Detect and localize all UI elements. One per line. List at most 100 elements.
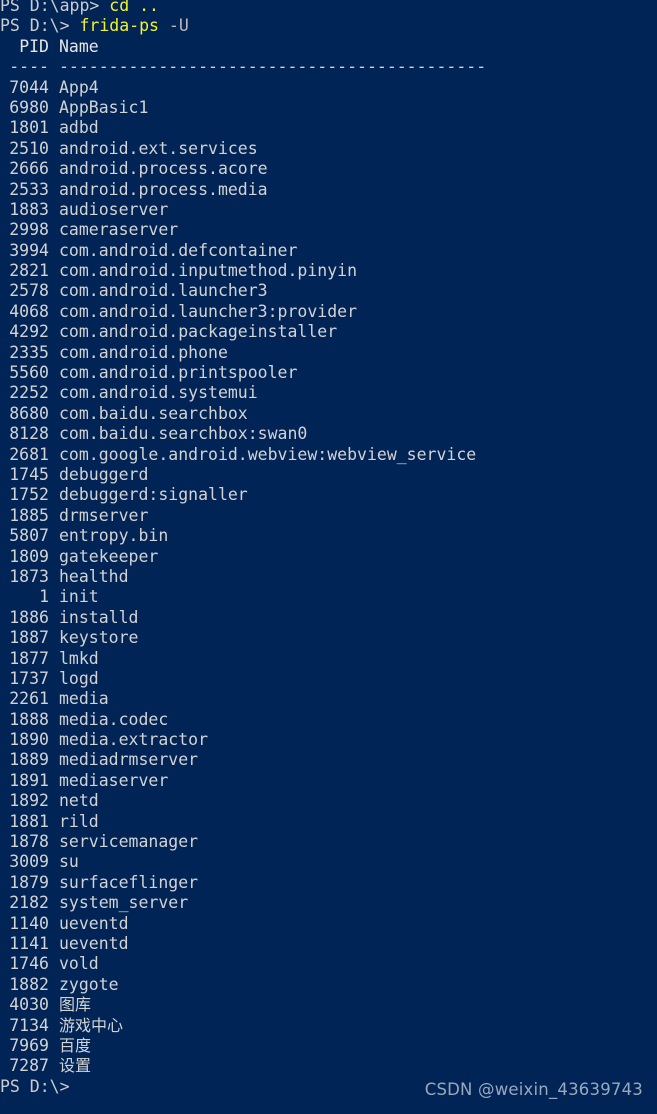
column-header-pid: PID: [19, 36, 49, 56]
table-row: 5560 com.android.printspooler: [0, 363, 657, 383]
process-pid: 6980: [9, 97, 49, 117]
command-line-2: PS D:\> frida-ps -U: [0, 16, 657, 36]
table-row: 1883 audioserver: [0, 200, 657, 220]
process-name: mediadrmserver: [59, 750, 199, 770]
process-pid: 1889: [9, 750, 49, 770]
table-row: 7287 设置: [0, 1056, 657, 1076]
prompt-1: PS D:\app>: [0, 0, 110, 15]
process-pid: 1883: [9, 199, 49, 219]
table-row: 4068 com.android.launcher3:provider: [0, 302, 657, 322]
table-row: 7969 百度: [0, 1036, 657, 1056]
table-row: 3009 su: [0, 852, 657, 872]
process-name: android.process.media: [59, 179, 268, 199]
table-row: 2335 com.android.phone: [0, 343, 657, 363]
process-pid: 8680: [9, 403, 49, 423]
process-name: media.codec: [59, 709, 169, 729]
process-name: surfaceflinger: [59, 872, 199, 892]
process-name: entropy.bin: [59, 526, 169, 546]
table-row: 8128 com.baidu.searchbox:swan0: [0, 424, 657, 444]
table-row: 1892 netd: [0, 791, 657, 811]
table-row: 1141 ueventd: [0, 934, 657, 954]
process-pid: 3994: [9, 240, 49, 260]
process-name: com.android.printspooler: [59, 363, 298, 383]
prompt-2: PS D:\>: [0, 16, 80, 36]
powershell-terminal-window[interactable]: PS D:\app> cd .. PS D:\> frida-ps -U PID…: [0, 0, 657, 1114]
table-row: 2510 android.ext.services: [0, 139, 657, 159]
process-pid: 2666: [9, 159, 49, 179]
process-name: rild: [59, 811, 99, 831]
process-name: android.ext.services: [59, 138, 258, 158]
table-row: 1886 installd: [0, 608, 657, 628]
process-pid: 1140: [9, 913, 49, 933]
table-row: 1890 media.extractor: [0, 730, 657, 750]
table-row: 1882 zygote: [0, 975, 657, 995]
process-name: drmserver: [59, 505, 149, 525]
process-pid: 1879: [9, 872, 49, 892]
table-row: 7134 游戏中心: [0, 1016, 657, 1036]
table-row: 2821 com.android.inputmethod.pinyin: [0, 261, 657, 281]
process-name: debuggerd:signaller: [59, 485, 248, 505]
process-name: system_server: [59, 893, 189, 913]
process-name: AppBasic1: [59, 97, 149, 117]
process-name: vold: [59, 954, 99, 974]
table-row: 2252 com.android.systemui: [0, 383, 657, 403]
process-name: 百度: [59, 1035, 92, 1055]
process-pid: 2821: [9, 261, 49, 281]
process-pid: 2533: [9, 179, 49, 199]
table-row: 1887 keystore: [0, 628, 657, 648]
process-pid: 5560: [9, 363, 49, 383]
table-row: 6980 AppBasic1: [0, 98, 657, 118]
table-row: 1877 lmkd: [0, 649, 657, 669]
process-name: keystore: [59, 628, 139, 648]
process-pid: 2182: [9, 893, 49, 913]
table-separator-row: ---- ------------------------------------…: [0, 57, 657, 77]
process-pid: 7134: [9, 1015, 49, 1035]
process-pid: 2681: [9, 444, 49, 464]
process-name: media: [59, 689, 109, 709]
process-name: com.android.systemui: [59, 383, 258, 403]
table-row: 2998 cameraserver: [0, 220, 657, 240]
process-pid: 2261: [9, 689, 49, 709]
process-pid: 1891: [9, 770, 49, 790]
process-pid: 7044: [9, 77, 49, 97]
process-name: 游戏中心: [59, 1015, 124, 1035]
command-1: cd: [109, 0, 130, 15]
table-row: 7044 App4: [0, 78, 657, 98]
column-header-name: Name: [59, 36, 99, 56]
csdn-watermark: CSDN @weixin_43639743: [424, 1079, 643, 1099]
table-row: 1873 healthd: [0, 567, 657, 587]
process-pid: 1737: [9, 668, 49, 688]
process-name: installd: [59, 607, 139, 627]
process-name: android.process.acore: [59, 159, 268, 179]
process-pid: 1887: [9, 628, 49, 648]
process-pid: 4068: [9, 301, 49, 321]
process-pid: 1745: [9, 464, 49, 484]
process-name: cameraserver: [59, 220, 179, 240]
separator-name: ----------------------------------------…: [59, 57, 487, 77]
process-pid: 2252: [9, 383, 49, 403]
process-pid: 1873: [9, 566, 49, 586]
process-pid: 1746: [9, 954, 49, 974]
process-pid: 1877: [9, 648, 49, 668]
process-pid: 2998: [9, 220, 49, 240]
separator-pid: ----: [9, 57, 49, 77]
table-row: 1885 drmserver: [0, 506, 657, 526]
table-row: 2261 media: [0, 689, 657, 709]
table-row: 2578 com.android.launcher3: [0, 281, 657, 301]
process-list: 7044 App4 6980 AppBasic1 1801 adbd 2510 android…: [0, 78, 657, 1077]
process-name: media.extractor: [59, 730, 209, 750]
process-name: ueventd: [59, 913, 129, 933]
process-name: com.android.packageinstaller: [59, 322, 338, 342]
process-name: com.baidu.searchbox: [59, 403, 248, 423]
process-name: healthd: [59, 566, 129, 586]
process-name: com.android.inputmethod.pinyin: [59, 261, 358, 281]
process-pid: 7969: [9, 1035, 49, 1055]
table-row: 1752 debuggerd:signaller: [0, 485, 657, 505]
table-row: 1809 gatekeeper: [0, 547, 657, 567]
process-name: lmkd: [59, 648, 99, 668]
process-name: zygote: [59, 974, 119, 994]
process-name: netd: [59, 791, 99, 811]
process-name: logd: [59, 668, 99, 688]
process-pid: 5807: [9, 526, 49, 546]
process-pid: 1890: [9, 730, 49, 750]
